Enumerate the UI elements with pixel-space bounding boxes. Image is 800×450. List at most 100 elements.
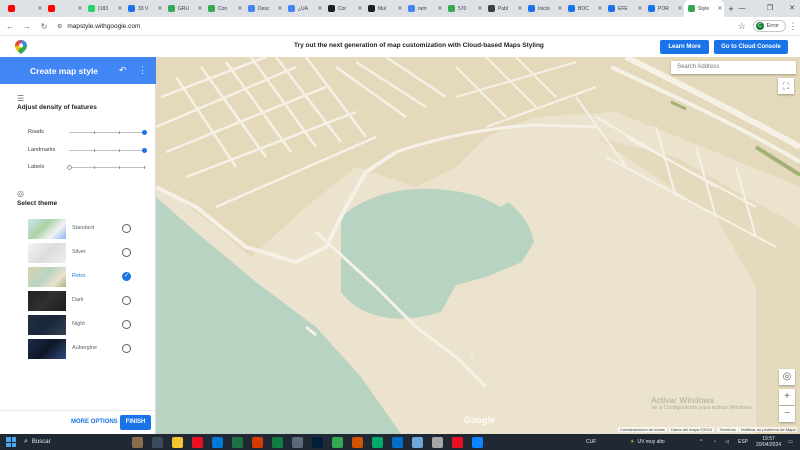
report-problem-link[interactable]: Notificar un problema de Maps <box>739 427 798 432</box>
windows-start-icon[interactable] <box>6 437 16 447</box>
volume-icon[interactable]: ◁ <box>725 434 729 450</box>
tray-chevron-icon[interactable]: ^ <box>700 434 702 450</box>
density-slider[interactable] <box>69 129 147 135</box>
app-icon[interactable] <box>292 436 303 448</box>
browser-tab[interactable]: POR ✕ <box>644 0 684 17</box>
density-slider[interactable] <box>69 147 147 153</box>
close-tab-icon[interactable]: ✕ <box>636 5 644 12</box>
terms-link[interactable]: Términos <box>717 427 738 432</box>
minimize-button[interactable]: — <box>731 0 753 17</box>
close-tab-icon[interactable]: ✕ <box>76 5 84 12</box>
more-options-button[interactable]: MORE OPTIONS <box>71 419 118 425</box>
back-icon[interactable]: ← <box>3 22 17 31</box>
theme-radio[interactable] <box>122 296 131 305</box>
browser-tab[interactable]: EFE ✕ <box>604 0 644 17</box>
browser-tab[interactable]: 570 ✕ <box>444 0 484 17</box>
keyboard-shortcuts-link[interactable]: Combinaciones de teclas <box>618 427 667 432</box>
notifications-icon[interactable]: ▭ <box>788 434 793 450</box>
theme-option[interactable]: Standard <box>28 219 138 239</box>
reload-icon[interactable]: ↻ <box>37 22 51 31</box>
map-canvas[interactable]: Search Address ⛶ ◎ + − Activar Windows V… <box>156 57 800 434</box>
zoom-out-button[interactable]: − <box>779 406 795 422</box>
edge-icon[interactable] <box>472 436 483 448</box>
network-icon[interactable]: ◔ <box>713 434 716 450</box>
go-to-cloud-console-button[interactable]: Go to Cloud Console <box>714 40 788 54</box>
theme-option[interactable]: Retro ✓ <box>28 267 138 287</box>
theme-radio[interactable] <box>122 248 131 257</box>
close-tab-icon[interactable]: ✕ <box>316 5 324 12</box>
theme-option[interactable]: Silver <box>28 243 138 263</box>
browser-tab[interactable]: ram ✕ <box>404 0 444 17</box>
taskbar-search[interactable]: ⌕ Buscar <box>24 436 114 448</box>
close-tab-icon[interactable]: ✕ <box>556 5 564 12</box>
photoshop-icon[interactable] <box>312 436 323 448</box>
learn-more-button[interactable]: Learn More <box>660 40 709 54</box>
close-tab-icon[interactable]: ✕ <box>716 5 724 12</box>
forward-icon[interactable]: → <box>20 22 34 31</box>
close-tab-icon[interactable]: ✕ <box>356 5 364 12</box>
theme-option[interactable]: Night <box>28 315 138 335</box>
spreadsheet-icon[interactable] <box>272 436 283 448</box>
browser-tab[interactable]: BOC ✕ <box>564 0 604 17</box>
close-tab-icon[interactable]: ✕ <box>236 5 244 12</box>
browser-tab[interactable]: ✕ <box>4 0 44 17</box>
theme-option[interactable]: Aubergine <box>28 339 138 359</box>
zoom-in-button[interactable]: + <box>779 389 795 405</box>
theme-option[interactable]: Dark <box>28 291 138 311</box>
undo-icon[interactable]: ↶ <box>119 65 127 76</box>
close-tab-icon[interactable]: ✕ <box>596 5 604 12</box>
app-green-icon[interactable] <box>372 436 383 448</box>
app-grey-icon[interactable] <box>432 436 443 448</box>
more-options-icon[interactable]: ⋮ <box>138 65 147 76</box>
calculator-icon[interactable] <box>412 436 423 448</box>
theme-radio[interactable] <box>122 344 131 353</box>
clock[interactable]: 19:57 20/04/2024 <box>756 434 781 450</box>
slider-handle[interactable] <box>142 129 147 135</box>
browser-tab[interactable]: ✕ <box>44 0 84 17</box>
weather-widget[interactable]: ☀ UV muy alto <box>630 434 665 450</box>
browser-tab[interactable]: Con ✕ <box>204 0 244 17</box>
browser-tab[interactable]: Inicio ✕ <box>524 0 564 17</box>
url-field[interactable]: ⚙ mapstyle.withgoogle.com <box>57 23 735 30</box>
browser-tab[interactable]: Style ✕ <box>684 0 724 17</box>
close-tab-icon[interactable]: ✕ <box>116 5 124 12</box>
browser-tab[interactable]: 33 V ✕ <box>124 0 164 17</box>
close-tab-icon[interactable]: ✕ <box>276 5 284 12</box>
cartoon-widget-icon[interactable] <box>132 436 143 448</box>
maximize-button[interactable]: ❐ <box>759 0 781 17</box>
fullscreen-icon[interactable]: ⛶ <box>778 78 794 94</box>
close-tab-icon[interactable]: ✕ <box>196 5 204 12</box>
language-label[interactable]: ESP <box>738 434 748 450</box>
browser-tab[interactable]: ¿UA ✕ <box>284 0 324 17</box>
theme-radio[interactable] <box>122 320 131 329</box>
store-icon[interactable] <box>192 436 203 448</box>
chrome-icon[interactable] <box>332 436 343 448</box>
browser-menu-icon[interactable]: ⋮ <box>786 21 800 32</box>
app-c-icon[interactable] <box>392 436 403 448</box>
browser-tab[interactable]: Publ ✕ <box>484 0 524 17</box>
finish-button[interactable]: FINISH <box>120 415 151 430</box>
close-tab-icon[interactable]: ✕ <box>476 5 484 12</box>
browser-tab[interactable]: Desc ✕ <box>244 0 284 17</box>
file-explorer-icon[interactable] <box>172 436 183 448</box>
slider-handle[interactable] <box>142 147 147 153</box>
close-tab-icon[interactable]: ✕ <box>396 5 404 12</box>
profile-button[interactable]: C Error <box>752 20 786 32</box>
slider-handle[interactable] <box>67 164 72 170</box>
bookmark-star-icon[interactable]: ☆ <box>735 21 749 32</box>
theme-radio[interactable]: ✓ <box>122 272 131 281</box>
browser-tab[interactable]: Cor ✕ <box>324 0 364 17</box>
close-tab-icon[interactable]: ✕ <box>676 5 684 12</box>
search-address-input[interactable]: Search Address <box>671 61 796 74</box>
browser-tab[interactable]: (183 ✕ <box>84 0 124 17</box>
excel-icon[interactable] <box>232 436 243 448</box>
browser-tab[interactable]: Mul ✕ <box>364 0 404 17</box>
browser-tab[interactable]: GRU ✕ <box>164 0 204 17</box>
my-location-icon[interactable]: ◎ <box>779 369 795 385</box>
theme-radio[interactable] <box>122 224 131 233</box>
task-view-icon[interactable] <box>152 436 163 448</box>
powerpoint-icon[interactable] <box>252 436 263 448</box>
close-tab-icon[interactable]: ✕ <box>156 5 164 12</box>
site-info-icon[interactable]: ⚙ <box>57 23 62 30</box>
density-slider[interactable] <box>67 164 146 170</box>
